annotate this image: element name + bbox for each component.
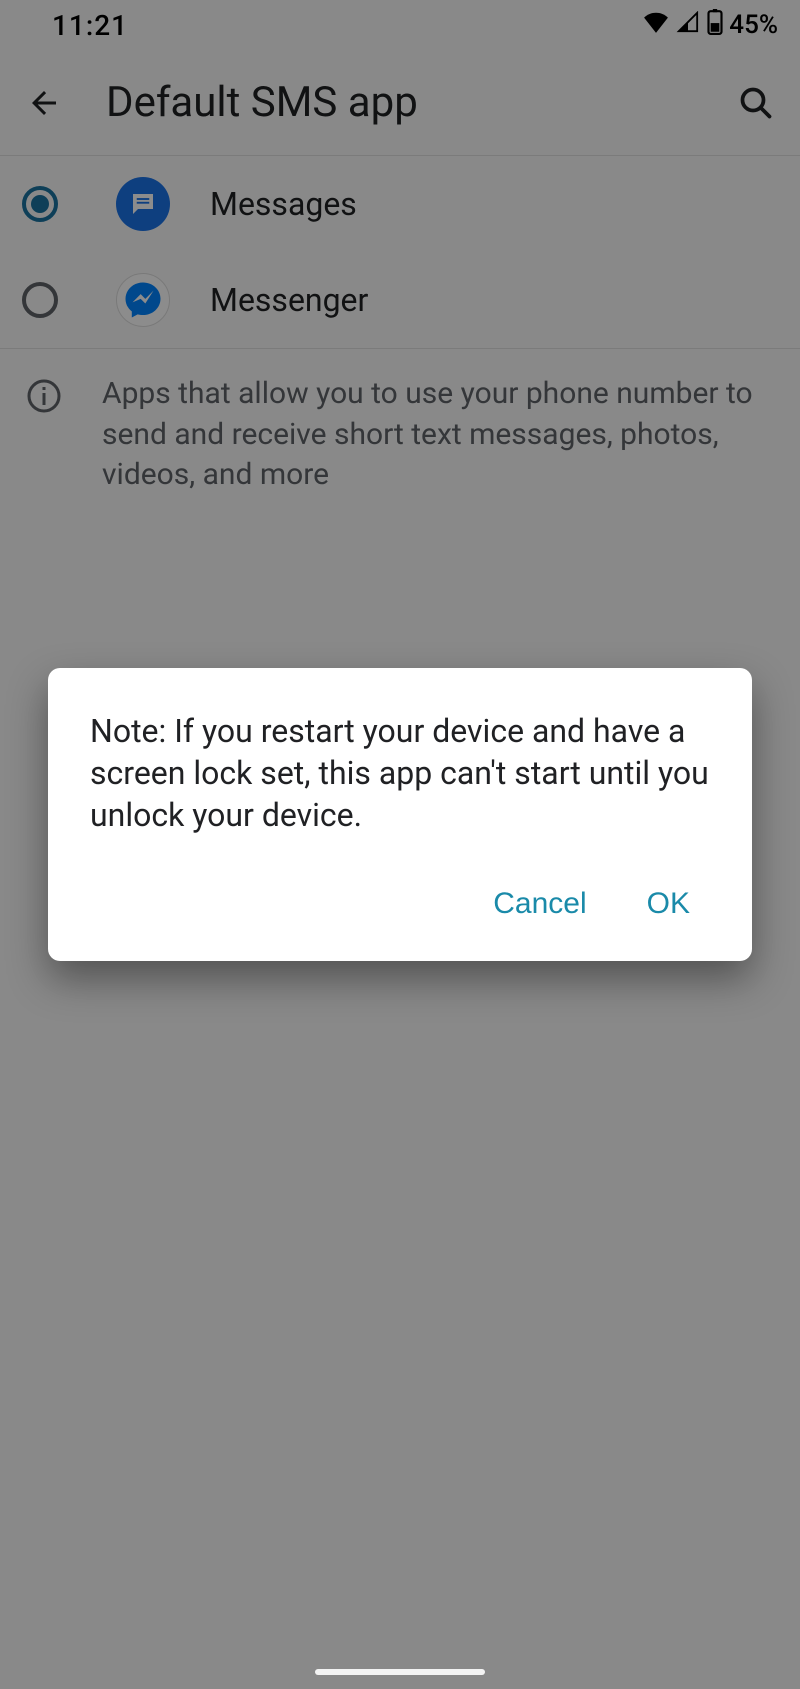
cancel-button[interactable]: Cancel <box>483 879 596 929</box>
ok-button[interactable]: OK <box>637 879 700 929</box>
home-indicator[interactable] <box>315 1669 485 1675</box>
dialog-message: Note: If you restart your device and hav… <box>90 710 710 837</box>
confirmation-dialog: Note: If you restart your device and hav… <box>48 668 752 961</box>
screen: 11:21 45% Default SMS app <box>0 0 800 1689</box>
dialog-actions: Cancel OK <box>90 879 710 937</box>
